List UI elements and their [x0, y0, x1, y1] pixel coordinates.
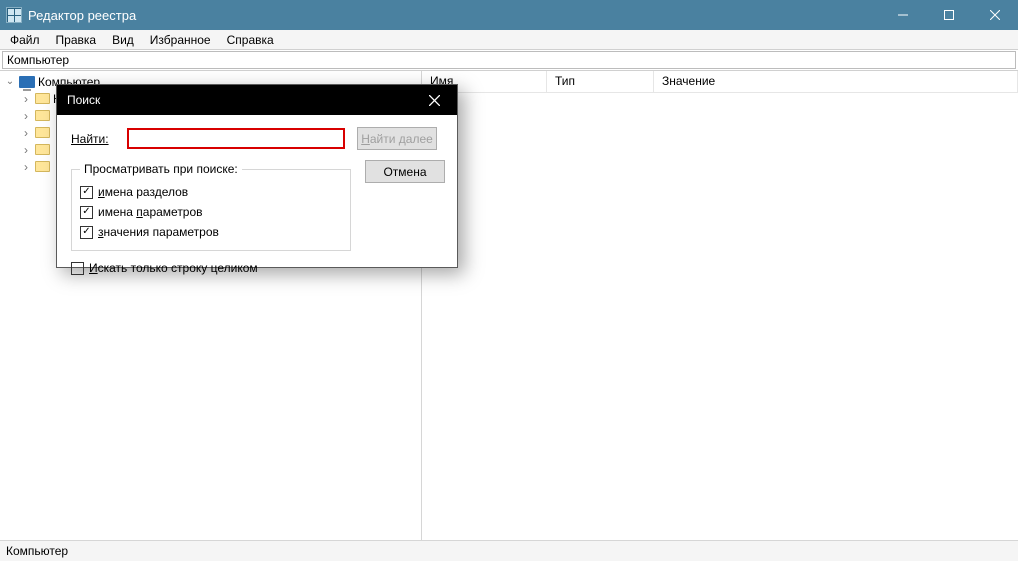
dialog-title: Поиск: [67, 93, 100, 107]
checkbox-keys-label: имена разделов: [98, 185, 188, 199]
checkbox-whole-label: Искать только строку целиком: [89, 261, 258, 275]
folder-icon: [35, 161, 50, 172]
expander-icon[interactable]: [4, 76, 16, 87]
checkbox-keys[interactable]: [80, 186, 93, 199]
look-at-legend: Просматривать при поиске:: [80, 162, 242, 176]
expander-icon[interactable]: [20, 109, 32, 123]
computer-icon: [19, 76, 35, 88]
close-button[interactable]: [972, 0, 1018, 30]
find-label: Найти:: [71, 132, 127, 146]
menu-favorites[interactable]: Избранное: [142, 33, 219, 47]
address-input[interactable]: [2, 51, 1016, 69]
status-bar: Компьютер: [0, 540, 1018, 561]
checkbox-values[interactable]: [80, 206, 93, 219]
menu-edit[interactable]: Правка: [48, 33, 105, 47]
folder-icon: [35, 127, 50, 138]
col-type[interactable]: Тип: [547, 71, 654, 92]
dialog-title-bar[interactable]: Поиск: [57, 85, 457, 115]
list-pane: Имя Тип Значение: [422, 71, 1018, 540]
find-next-button: Найти далее: [357, 127, 437, 150]
folder-icon: [35, 93, 50, 104]
menu-view[interactable]: Вид: [104, 33, 142, 47]
window-title: Редактор реестра: [28, 8, 136, 23]
menu-help[interactable]: Справка: [219, 33, 282, 47]
menu-file[interactable]: Файл: [2, 33, 48, 47]
dialog-close-button[interactable]: [421, 87, 447, 113]
app-icon: [6, 7, 22, 23]
status-text: Компьютер: [6, 544, 68, 558]
checkbox-data-label: значения параметров: [98, 225, 219, 239]
col-value[interactable]: Значение: [654, 71, 1018, 92]
expander-icon[interactable]: [20, 160, 32, 174]
expander-icon[interactable]: [20, 143, 32, 157]
checkbox-values-label: имена параметров: [98, 205, 203, 219]
checkbox-whole-string[interactable]: [71, 262, 84, 275]
folder-icon: [35, 110, 50, 121]
expander-icon[interactable]: [20, 92, 32, 106]
list-header: Имя Тип Значение: [422, 71, 1018, 93]
maximize-button[interactable]: [926, 0, 972, 30]
look-at-group: Просматривать при поиске: имена разделов…: [71, 162, 351, 251]
title-bar: Редактор реестра: [0, 0, 1018, 30]
minimize-button[interactable]: [880, 0, 926, 30]
checkbox-data[interactable]: [80, 226, 93, 239]
address-bar: [0, 50, 1018, 71]
expander-icon[interactable]: [20, 126, 32, 140]
menu-bar: Файл Правка Вид Избранное Справка: [0, 30, 1018, 50]
folder-icon: [35, 144, 50, 155]
find-input[interactable]: [127, 128, 345, 149]
cancel-button[interactable]: Отмена: [365, 160, 445, 183]
find-dialog: Поиск Найти: Найти далее Отмена Просматр…: [56, 84, 458, 268]
